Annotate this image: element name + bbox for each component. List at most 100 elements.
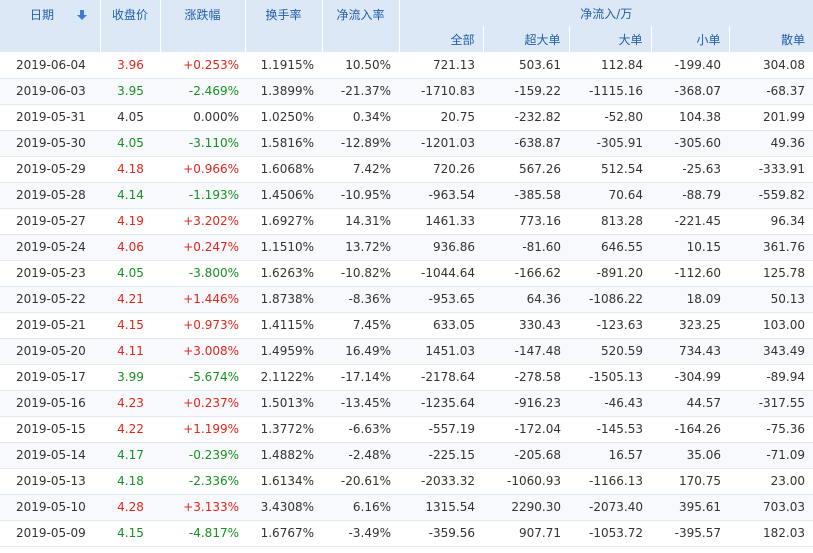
header-small[interactable]: 小单 bbox=[651, 26, 730, 52]
retail-order-cell: -89.94 bbox=[729, 364, 813, 391]
close-price-cell: 4.05 bbox=[100, 104, 160, 131]
date-cell: 2019-05-27 bbox=[0, 208, 100, 235]
super-large-order-cell: -278.58 bbox=[483, 364, 569, 391]
super-large-order-cell: 64.36 bbox=[483, 286, 569, 313]
retail-order-cell: 304.08 bbox=[729, 52, 813, 79]
large-order-cell: -145.53 bbox=[569, 416, 651, 443]
large-order-cell: 112.84 bbox=[569, 52, 651, 79]
super-large-order-cell: 567.26 bbox=[483, 156, 569, 183]
net-inflow-rate-cell: 7.45% bbox=[322, 312, 399, 339]
large-order-cell: -1115.16 bbox=[569, 78, 651, 105]
table-row[interactable]: 2019-05-15 4.22 +1.199% 1.3772% -6.63% -557.1… bbox=[0, 416, 813, 443]
close-price-cell: 4.18 bbox=[100, 156, 160, 183]
turnover-rate-cell: 1.3772% bbox=[245, 416, 322, 443]
table-row[interactable]: 2019-06-04 3.96 +0.253% 1.1915% 10.50% 721.13… bbox=[0, 52, 813, 79]
table-row[interactable]: 2019-05-22 4.21 +1.446% 1.8738% -8.36% -953.6… bbox=[0, 286, 813, 313]
super-large-order-cell: -916.23 bbox=[483, 390, 569, 417]
net-inflow-rate-cell: 10.50% bbox=[322, 52, 399, 79]
super-large-order-cell: 773.16 bbox=[483, 208, 569, 235]
net-inflow-total-cell: -225.15 bbox=[399, 442, 483, 469]
date-cell: 2019-05-15 bbox=[0, 416, 100, 443]
date-cell: 2019-05-20 bbox=[0, 338, 100, 365]
turnover-rate-cell: 1.4115% bbox=[245, 312, 322, 339]
header-change[interactable]: 涨跌幅 bbox=[160, 0, 246, 52]
table-row[interactable]: 2019-05-21 4.15 +0.973% 1.4115% 7.45% 633.05 3… bbox=[0, 312, 813, 339]
close-price-cell: 4.15 bbox=[100, 520, 160, 547]
change-percent-cell: +0.237% bbox=[160, 390, 245, 417]
retail-order-cell: -75.36 bbox=[729, 416, 813, 443]
header-net-inflow-group: 净流入/万 bbox=[399, 0, 813, 26]
close-price-cell: 4.19 bbox=[100, 208, 160, 235]
small-order-cell: -25.63 bbox=[651, 156, 729, 183]
header-date[interactable]: 日期 bbox=[0, 0, 101, 52]
header-large[interactable]: 大单 bbox=[569, 26, 652, 52]
table-row[interactable]: 2019-05-10 4.28 +3.133% 3.4308% 6.16% 1315.54… bbox=[0, 494, 813, 521]
header-turnover[interactable]: 换手率 bbox=[245, 0, 323, 52]
net-inflow-rate-cell: 7.42% bbox=[322, 156, 399, 183]
net-inflow-total-cell: 721.13 bbox=[399, 52, 483, 79]
net-inflow-total-cell: -1044.64 bbox=[399, 260, 483, 287]
net-inflow-rate-cell: 14.31% bbox=[322, 208, 399, 235]
table-row[interactable]: 2019-05-27 4.19 +3.202% 1.6927% 14.31% 1461.3… bbox=[0, 208, 813, 235]
table-row[interactable]: 2019-05-29 4.18 +0.966% 1.6068% 7.42% 720.26 5… bbox=[0, 156, 813, 183]
change-percent-cell: -3.110% bbox=[160, 130, 245, 157]
header-close[interactable]: 收盘价 bbox=[100, 0, 161, 52]
turnover-rate-cell: 1.4959% bbox=[245, 338, 322, 365]
table-row[interactable]: 2019-06-03 3.95 -2.469% 1.3899% -21.37% -1710… bbox=[0, 78, 813, 105]
turnover-rate-cell: 1.3899% bbox=[245, 78, 322, 105]
change-percent-cell: +0.966% bbox=[160, 156, 245, 183]
table-row[interactable]: 2019-05-14 4.17 -0.239% 1.4882% -2.48% -225.1… bbox=[0, 442, 813, 469]
table-row[interactable]: 2019-05-13 4.18 -2.336% 1.6134% -20.61% -2033… bbox=[0, 468, 813, 495]
turnover-rate-cell: 1.4882% bbox=[245, 442, 322, 469]
net-inflow-total-cell: 633.05 bbox=[399, 312, 483, 339]
small-order-cell: 170.75 bbox=[651, 468, 729, 495]
table-row[interactable]: 2019-05-20 4.11 +3.008% 1.4959% 16.49% 1451.0… bbox=[0, 338, 813, 365]
header-retail[interactable]: 散单 bbox=[729, 26, 813, 52]
date-cell: 2019-05-14 bbox=[0, 442, 100, 469]
small-order-cell: -395.57 bbox=[651, 520, 729, 547]
table-row[interactable]: 2019-05-30 4.05 -3.110% 1.5816% -12.89% -1201… bbox=[0, 130, 813, 157]
change-percent-cell: -0.239% bbox=[160, 442, 245, 469]
date-cell: 2019-05-29 bbox=[0, 156, 100, 183]
retail-order-cell: -317.55 bbox=[729, 390, 813, 417]
net-inflow-total-cell: 936.86 bbox=[399, 234, 483, 261]
super-large-order-cell: 2290.30 bbox=[483, 494, 569, 521]
header-super-large[interactable]: 超大单 bbox=[483, 26, 570, 52]
table-row[interactable]: 2019-05-23 4.05 -3.800% 1.6263% -10.82% -1044… bbox=[0, 260, 813, 287]
large-order-cell: 16.57 bbox=[569, 442, 651, 469]
retail-order-cell: -333.91 bbox=[729, 156, 813, 183]
date-cell: 2019-05-13 bbox=[0, 468, 100, 495]
table-row[interactable]: 2019-05-31 4.05 0.000% 1.0250% 0.34% 20.75 -23… bbox=[0, 104, 813, 131]
header-total[interactable]: 全部 bbox=[399, 26, 484, 52]
super-large-order-cell: -385.58 bbox=[483, 182, 569, 209]
close-price-cell: 4.11 bbox=[100, 338, 160, 365]
date-cell: 2019-06-03 bbox=[0, 78, 100, 105]
turnover-rate-cell: 1.0250% bbox=[245, 104, 322, 131]
date-cell: 2019-05-24 bbox=[0, 234, 100, 261]
turnover-rate-cell: 1.1510% bbox=[245, 234, 322, 261]
small-order-cell: -112.60 bbox=[651, 260, 729, 287]
super-large-order-cell: -159.22 bbox=[483, 78, 569, 105]
net-inflow-rate-cell: -10.95% bbox=[322, 182, 399, 209]
large-order-cell: -123.63 bbox=[569, 312, 651, 339]
table-row[interactable]: 2019-05-16 4.23 +0.237% 1.5013% -13.45% -1235… bbox=[0, 390, 813, 417]
close-price-cell: 4.05 bbox=[100, 260, 160, 287]
retail-order-cell: 182.03 bbox=[729, 520, 813, 547]
date-cell: 2019-05-23 bbox=[0, 260, 100, 287]
net-inflow-total-cell: -1235.64 bbox=[399, 390, 483, 417]
large-order-cell: -1166.13 bbox=[569, 468, 651, 495]
turnover-rate-cell: 1.6068% bbox=[245, 156, 322, 183]
super-large-order-cell: -166.62 bbox=[483, 260, 569, 287]
table-row[interactable]: 2019-05-28 4.14 -1.193% 1.4506% -10.95% -963.… bbox=[0, 182, 813, 209]
table-row[interactable]: 2019-05-09 4.15 -4.817% 1.6767% -3.49% -359.5… bbox=[0, 520, 813, 547]
table-row[interactable]: 2019-05-17 3.99 -5.674% 2.1122% -17.14% -2178… bbox=[0, 364, 813, 391]
retail-order-cell: -68.37 bbox=[729, 78, 813, 105]
small-order-cell: 35.06 bbox=[651, 442, 729, 469]
sort-down-arrow-icon[interactable] bbox=[76, 9, 88, 21]
table-row[interactable]: 2019-05-24 4.06 +0.247% 1.1510% 13.72% 936.86… bbox=[0, 234, 813, 261]
retail-order-cell: -559.82 bbox=[729, 182, 813, 209]
net-inflow-total-cell: -359.56 bbox=[399, 520, 483, 547]
turnover-rate-cell: 1.6927% bbox=[245, 208, 322, 235]
large-order-cell: -46.43 bbox=[569, 390, 651, 417]
header-net-inflow-rate[interactable]: 净流入率 bbox=[322, 0, 400, 52]
